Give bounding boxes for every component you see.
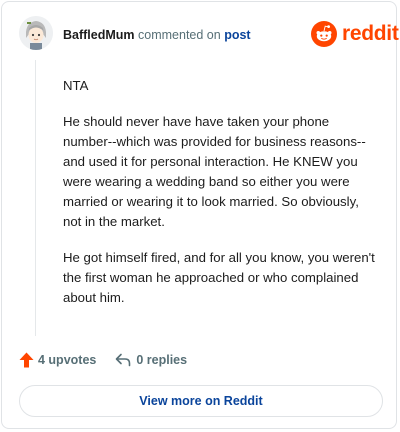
reddit-snoo-icon	[311, 21, 337, 47]
reply-arrow-icon	[116, 353, 131, 367]
upvote-arrow-icon	[19, 352, 34, 368]
view-more-button[interactable]: View more on Reddit	[19, 385, 383, 417]
comment-paragraph: He should never have have taken your pho…	[63, 114, 366, 229]
comment-paragraph: He got himself fired, and for all you kn…	[63, 250, 375, 305]
comment-body: NTA He should never have have taken your…	[63, 76, 379, 324]
comment-actions: 4 upvotes 0 replies	[19, 350, 187, 370]
embedded-comment-card: BaffledMum commented on post reddit NTA …	[1, 1, 399, 429]
comment-paragraph: NTA	[63, 78, 89, 93]
reply-count: 0 replies	[136, 353, 188, 367]
post-link[interactable]: post	[224, 28, 250, 42]
reply-button[interactable]: 0 replies	[115, 353, 187, 367]
author-name[interactable]: BaffledMum	[63, 28, 135, 42]
comment-header: BaffledMum commented on post	[63, 27, 251, 43]
upvote-button[interactable]: 4 upvotes	[19, 352, 96, 368]
avatar[interactable]	[19, 16, 53, 50]
reddit-wordmark: reddit	[342, 22, 399, 45]
avatar-illustration-icon	[19, 16, 53, 50]
upvote-count: 4 upvotes	[38, 353, 97, 367]
reddit-logo[interactable]: reddit	[311, 20, 399, 48]
header-action-text: commented on	[138, 28, 221, 42]
thread-line	[35, 60, 36, 336]
